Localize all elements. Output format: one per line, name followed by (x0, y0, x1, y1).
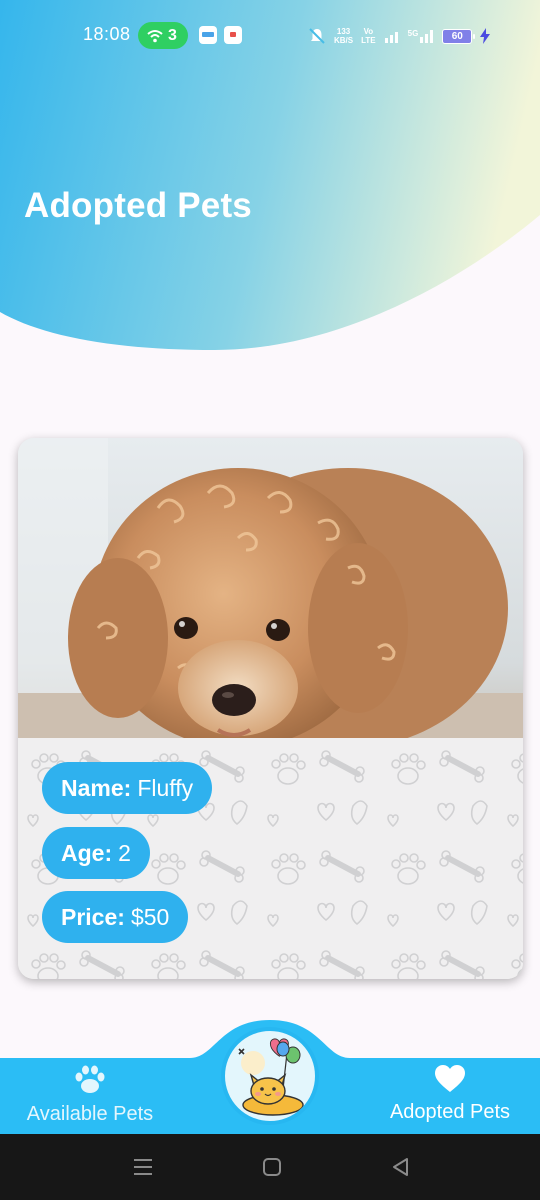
home-icon[interactable] (261, 1156, 283, 1178)
hotspot-count: 3 (168, 26, 177, 44)
pet-card[interactable]: Name: Fluffy Age: 2 Price: $50 (18, 438, 523, 979)
pet-age-chip: Age: 2 (42, 827, 150, 879)
menu-icon[interactable] (132, 1156, 154, 1178)
net-speed-value: 133 (336, 27, 351, 36)
status-icons: 133 KB/S Vo LTE 5G 60 (308, 24, 491, 48)
battery-indicator: 60 (442, 28, 476, 44)
signal-5g-icon (420, 30, 434, 43)
volte-indicator: Vo LTE (361, 27, 376, 45)
system-navigation-bar (0, 1134, 540, 1200)
nav-available-pets-label: Available Pets (26, 1103, 154, 1125)
page-title: Adopted Pets (24, 186, 252, 225)
signal-5g: 5G (408, 29, 435, 43)
record-notification-icon (224, 26, 242, 44)
status-bar: 18:08 3 133 KB/S Vo LTE 5G 60 (0, 0, 540, 70)
net-speed-unit: KB/S (334, 36, 354, 45)
pet-age-value: 2 (118, 839, 131, 866)
network-type: 5G (407, 29, 419, 38)
back-icon[interactable] (390, 1156, 412, 1178)
cat-with-balloons-icon (238, 1038, 304, 1116)
net-speed: 133 KB/S (334, 27, 353, 45)
wifi-hotspot-icon (147, 29, 163, 42)
bottom-navigation: Available Pets Adopted Pets (0, 1015, 540, 1134)
pet-price-chip: Price: $50 (42, 891, 189, 943)
volte-top: Vo (363, 27, 374, 36)
bell-muted-icon (309, 28, 325, 44)
pet-name-label: Name: (61, 774, 132, 801)
nav-available-pets[interactable]: Available Pets (20, 1065, 160, 1133)
signal-icon (384, 32, 398, 43)
pet-price-label: Price: (61, 903, 125, 930)
pet-name-value: Fluffy (137, 774, 194, 801)
heart-icon (435, 1065, 465, 1092)
paw-icon (75, 1065, 105, 1093)
hotspot-indicator: 3 (138, 22, 188, 49)
pet-photo (18, 438, 523, 738)
nav-adopted-pets[interactable]: Adopted Pets (382, 1065, 518, 1133)
pet-age-label: Age: (61, 839, 113, 866)
pet-name-chip: Name: Fluffy (42, 762, 213, 814)
pet-price-value: $50 (130, 903, 170, 930)
charging-icon (480, 28, 491, 44)
center-fab-button[interactable] (221, 1027, 319, 1125)
status-time: 18:08 (83, 24, 131, 44)
volte-bottom: LTE (361, 36, 376, 45)
battery-level: 60 (451, 30, 463, 42)
nav-adopted-pets-label: Adopted Pets (389, 1101, 511, 1123)
app-notification-icon (199, 26, 217, 44)
